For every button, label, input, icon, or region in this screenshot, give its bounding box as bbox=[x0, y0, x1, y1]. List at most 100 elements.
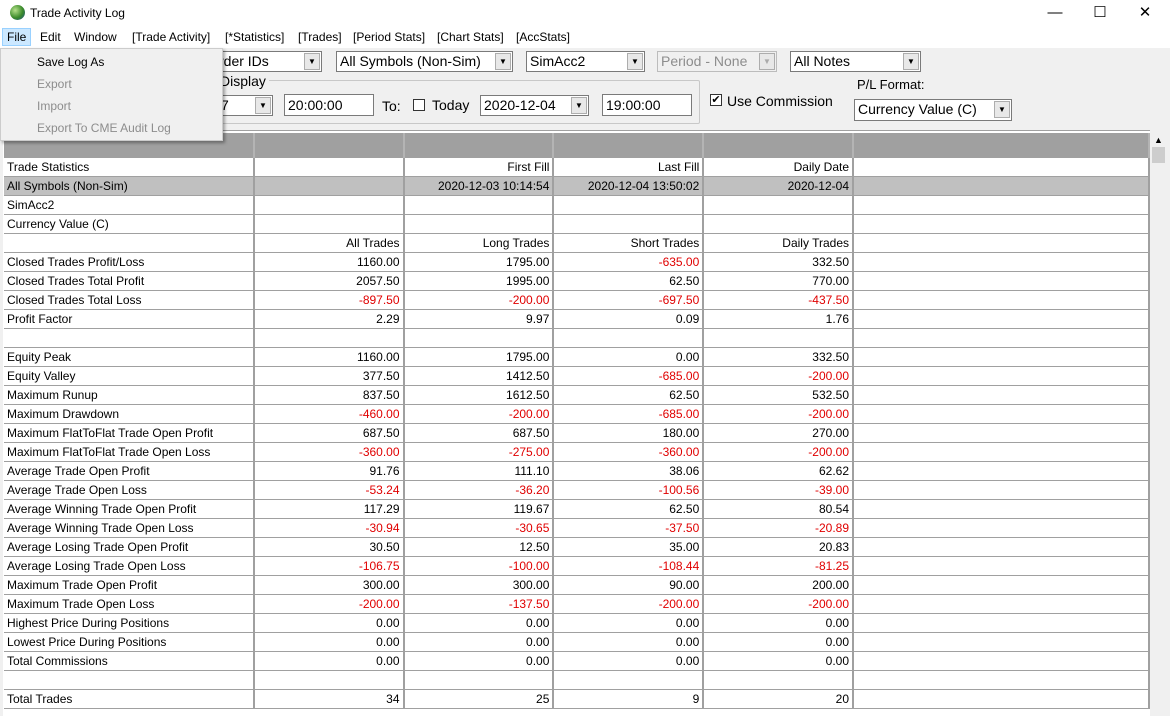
grid-header-cell bbox=[553, 133, 705, 158]
table-row[interactable]: Maximum FlatToFlat Trade Open Loss -360.0… bbox=[4, 442, 1150, 462]
table-row[interactable]: Maximum Trade Open Loss -200.00 -137.50 -20… bbox=[4, 594, 1150, 614]
table-row[interactable]: All Trades Long Trades Short Trades Daily T… bbox=[4, 233, 1150, 253]
menu-trade-activity[interactable]: [Trade Activity] bbox=[132, 30, 210, 44]
table-row[interactable]: Average Trade Open Profit 91.76 111.10 38.0… bbox=[4, 461, 1150, 481]
minimize-button[interactable]: — bbox=[1032, 0, 1078, 27]
empty-cell bbox=[853, 195, 1150, 215]
table-row[interactable]: Closed Trades Total Loss -897.50 -200.00 -6… bbox=[4, 290, 1150, 310]
table-row[interactable]: Average Losing Trade Open Loss -106.75 -10… bbox=[4, 556, 1150, 576]
grid-header-cell bbox=[853, 133, 1150, 158]
chevron-down-icon[interactable]: ▼ bbox=[627, 53, 643, 70]
empty-cell bbox=[853, 651, 1150, 671]
to-time-input[interactable]: 19:00:00 bbox=[602, 94, 692, 116]
from-time-input[interactable]: 20:00:00 bbox=[284, 94, 374, 116]
row-label: SimAcc2 bbox=[4, 195, 255, 215]
row-value: -275.00 bbox=[403, 442, 555, 462]
vertical-scrollbar[interactable]: ▲ bbox=[1150, 132, 1167, 716]
row-value: 2020-12-04 bbox=[703, 176, 854, 196]
grid-header-cell bbox=[253, 133, 405, 158]
table-row[interactable]: Average Trade Open Loss -53.24 -36.20 -100.… bbox=[4, 480, 1150, 500]
table-row[interactable]: Currency Value (C) bbox=[4, 214, 1150, 234]
table-row[interactable]: SimAcc2 bbox=[4, 195, 1150, 215]
row-value bbox=[403, 195, 555, 215]
notes-combo[interactable]: All Notes ▼ bbox=[790, 51, 921, 72]
chevron-down-icon[interactable]: ▼ bbox=[255, 97, 271, 114]
symbols-combo[interactable]: All Symbols (Non-Sim) ▼ bbox=[336, 51, 513, 72]
table-row[interactable]: Profit Factor 2.29 9.97 0.09 1.76 bbox=[4, 309, 1150, 329]
chevron-down-icon[interactable]: ▼ bbox=[495, 53, 511, 70]
menu-accstats[interactable]: [AccStats] bbox=[516, 30, 570, 44]
row-label: Closed Trades Total Profit bbox=[4, 271, 255, 291]
table-row[interactable] bbox=[4, 670, 1150, 690]
row-value: -437.50 bbox=[703, 290, 854, 310]
table-row[interactable]: Average Losing Trade Open Profit 30.50 12.… bbox=[4, 537, 1150, 557]
table-row[interactable] bbox=[4, 328, 1150, 348]
row-value: 38.06 bbox=[553, 461, 705, 481]
row-label: Maximum FlatToFlat Trade Open Profit bbox=[4, 423, 255, 443]
row-value: -81.25 bbox=[703, 556, 854, 576]
row-value bbox=[253, 176, 405, 196]
table-row[interactable]: Average Winning Trade Open Loss -30.94 -30… bbox=[4, 518, 1150, 538]
row-value bbox=[703, 328, 854, 348]
table-row[interactable]: Closed Trades Profit/Loss 1160.00 1795.00-… bbox=[4, 252, 1150, 272]
row-value: -697.50 bbox=[553, 290, 705, 310]
row-value: -635.00 bbox=[553, 252, 705, 272]
table-row[interactable]: All Symbols (Non-Sim) 2020-12-03 10:14:54… bbox=[4, 176, 1150, 196]
chevron-down-icon[interactable]: ▼ bbox=[994, 101, 1010, 118]
row-value: -39.00 bbox=[703, 480, 854, 500]
row-value: 62.50 bbox=[553, 385, 705, 405]
menu-statistics[interactable]: [*Statistics] bbox=[225, 30, 284, 44]
chevron-down-icon[interactable]: ▼ bbox=[903, 53, 919, 70]
row-value: 2020-12-04 13:50:02 bbox=[553, 176, 705, 196]
maximize-button[interactable]: ☐ bbox=[1077, 0, 1123, 27]
use-commission-checkbox[interactable]: ✔ bbox=[710, 94, 722, 106]
close-button[interactable]: ✕ bbox=[1122, 0, 1168, 27]
table-row[interactable]: Total Commissions 0.00 0.00 0.00 0.00 bbox=[4, 651, 1150, 671]
table-row[interactable]: Average Winning Trade Open Profit 117.29 1… bbox=[4, 499, 1150, 519]
empty-cell bbox=[853, 423, 1150, 443]
table-row[interactable]: Closed Trades Total Profit 2057.50 1995.00… bbox=[4, 271, 1150, 291]
row-value: 837.50 bbox=[253, 385, 405, 405]
row-value: -685.00 bbox=[553, 366, 705, 386]
row-value: Long Trades bbox=[403, 233, 555, 253]
row-value: 80.54 bbox=[703, 499, 854, 519]
table-row[interactable]: Maximum FlatToFlat Trade Open Profit 687.… bbox=[4, 423, 1150, 443]
row-value: 62.50 bbox=[553, 271, 705, 291]
table-row[interactable]: Total Trades 34 25 9 20 bbox=[4, 689, 1150, 709]
menu-item-save-log-as[interactable]: Save Log As bbox=[37, 55, 104, 69]
chevron-down-icon[interactable]: ▼ bbox=[304, 53, 320, 70]
row-value: Short Trades bbox=[553, 233, 705, 253]
row-value: 2.29 bbox=[253, 309, 405, 329]
row-value: 687.50 bbox=[403, 423, 555, 443]
scrollbar-thumb[interactable] bbox=[1152, 147, 1165, 163]
table-row[interactable]: Maximum Drawdown -460.00 -200.00 -685.00 -20… bbox=[4, 404, 1150, 424]
table-row[interactable]: Highest Price During Positions 0.00 0.00 0.… bbox=[4, 613, 1150, 633]
use-commission-label: Use Commission bbox=[727, 93, 833, 109]
table-row[interactable]: Trade Statistics First Fill Last Fill Daily… bbox=[4, 157, 1150, 177]
row-label: Maximum Drawdown bbox=[4, 404, 255, 424]
account-combo[interactable]: SimAcc2 ▼ bbox=[526, 51, 645, 72]
row-value: 62.62 bbox=[703, 461, 854, 481]
menu-period-stats[interactable]: [Period Stats] bbox=[353, 30, 425, 44]
menu-window[interactable]: Window bbox=[74, 30, 117, 44]
table-row[interactable]: Equity Valley 377.50 1412.50 -685.00 -200.00 bbox=[4, 366, 1150, 386]
to-date-combo[interactable]: 2020-12-04 ▼ bbox=[480, 95, 589, 116]
menu-bar: File Edit Window [Trade Activity] [*Stat… bbox=[0, 27, 1170, 48]
menu-file[interactable]: File bbox=[2, 28, 32, 46]
row-value: 377.50 bbox=[253, 366, 405, 386]
table-row[interactable]: Lowest Price During Positions 0.00 0.00 0.0… bbox=[4, 632, 1150, 652]
menu-trades[interactable]: [Trades] bbox=[298, 30, 342, 44]
menu-edit[interactable]: Edit bbox=[40, 30, 61, 44]
menu-chart-stats[interactable]: [Chart Stats] bbox=[437, 30, 504, 44]
pl-format-combo[interactable]: Currency Value (C) ▼ bbox=[854, 99, 1012, 121]
row-label: Lowest Price During Positions bbox=[4, 632, 255, 652]
scroll-up-icon[interactable]: ▲ bbox=[1150, 135, 1167, 145]
row-value: First Fill bbox=[403, 157, 555, 177]
today-checkbox[interactable] bbox=[413, 99, 425, 111]
table-row[interactable]: Equity Peak 1160.00 1795.00 0.00 332.50 bbox=[4, 347, 1150, 367]
row-value: -30.94 bbox=[253, 518, 405, 538]
table-row[interactable]: Maximum Runup 837.50 1612.50 62.50 532.50 bbox=[4, 385, 1150, 405]
table-row[interactable]: Maximum Trade Open Profit 300.00 300.00 90.… bbox=[4, 575, 1150, 595]
menu-item-export-cme-audit-log: Export To CME Audit Log bbox=[37, 121, 171, 135]
chevron-down-icon[interactable]: ▼ bbox=[571, 97, 587, 114]
